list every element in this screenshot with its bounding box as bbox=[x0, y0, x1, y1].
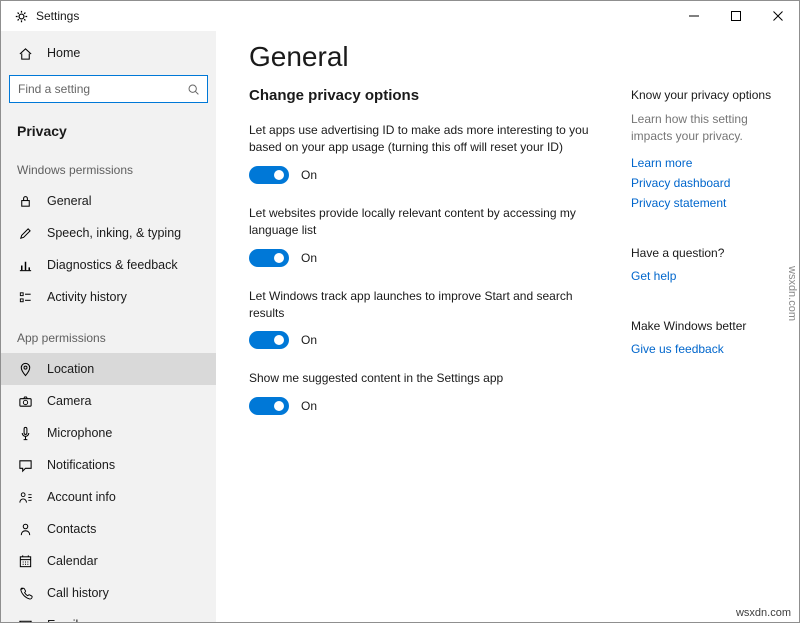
window-title: Settings bbox=[36, 9, 79, 23]
close-icon bbox=[773, 11, 783, 21]
pen-icon bbox=[17, 226, 33, 241]
sidebar-item-label: Diagnostics & feedback bbox=[47, 258, 178, 272]
sidebar-item-location[interactable]: Location bbox=[1, 353, 216, 385]
search-box bbox=[9, 75, 208, 103]
get-help-link[interactable]: Get help bbox=[631, 269, 787, 283]
chart-icon bbox=[17, 258, 33, 273]
sidebar-item-account-info[interactable]: Account info bbox=[1, 481, 216, 513]
help-panel: Know your privacy options Learn how this… bbox=[631, 87, 787, 436]
lock-icon bbox=[17, 194, 33, 209]
sidebar-item-label: Home bbox=[47, 46, 80, 60]
window-controls bbox=[673, 1, 799, 31]
sidebar-item-label: Location bbox=[47, 362, 94, 376]
titlebar-left: Settings bbox=[15, 9, 79, 23]
titlebar: Settings bbox=[1, 1, 799, 31]
sidebar-item-label: Notifications bbox=[47, 458, 115, 472]
sidebar-item-label: Speech, inking, & typing bbox=[47, 226, 181, 240]
sidebar-item-activity-history[interactable]: Activity history bbox=[1, 281, 216, 313]
setting-advertising-id: Let apps use advertising ID to make ads … bbox=[249, 122, 601, 184]
close-button[interactable] bbox=[757, 1, 799, 31]
toggle-locally-relevant-content[interactable] bbox=[249, 249, 289, 267]
privacy-statement-link[interactable]: Privacy statement bbox=[631, 196, 787, 210]
toggle-suggested-content[interactable] bbox=[249, 397, 289, 415]
toggle-state-label: On bbox=[301, 399, 317, 413]
maximize-button[interactable] bbox=[715, 1, 757, 31]
main-content: General Change privacy options Let apps … bbox=[216, 31, 799, 622]
know-privacy-title: Know your privacy options bbox=[631, 88, 787, 102]
sidebar-item-general[interactable]: General bbox=[1, 185, 216, 217]
sidebar-item-notifications[interactable]: Notifications bbox=[1, 449, 216, 481]
setting-locally-relevant-content: Let websites provide locally relevant co… bbox=[249, 205, 601, 267]
setting-track-app-launches: Let Windows track app launches to improv… bbox=[249, 288, 601, 350]
person-icon bbox=[17, 522, 33, 537]
camera-icon bbox=[17, 394, 33, 409]
setting-label: Let websites provide locally relevant co… bbox=[249, 205, 601, 240]
know-privacy-description: Learn how this setting impacts your priv… bbox=[631, 111, 787, 145]
sidebar-item-label: Microphone bbox=[47, 426, 112, 440]
make-windows-better-title: Make Windows better bbox=[631, 319, 787, 333]
setting-suggested-content: Show me suggested content in the Setting… bbox=[249, 370, 601, 414]
chat-bubble-icon bbox=[17, 458, 33, 473]
maximize-icon bbox=[731, 11, 741, 21]
have-question-title: Have a question? bbox=[631, 246, 787, 260]
sidebar-group-title-app-permissions: App permissions bbox=[1, 313, 216, 353]
sidebar-item-label: Activity history bbox=[47, 290, 127, 304]
settings-gear-icon bbox=[15, 10, 28, 23]
watermark-vertical: wsxdn.com bbox=[786, 266, 798, 321]
phone-icon bbox=[17, 586, 33, 601]
setting-label: Let Windows track app launches to improv… bbox=[249, 288, 601, 323]
page-title: General bbox=[249, 41, 787, 73]
sidebar-item-home[interactable]: Home bbox=[1, 37, 216, 69]
toggle-advertising-id[interactable] bbox=[249, 166, 289, 184]
sidebar-item-label: Contacts bbox=[47, 522, 96, 536]
sidebar-item-speech-inking-typing[interactable]: Speech, inking, & typing bbox=[1, 217, 216, 249]
sidebar-item-label: Email bbox=[47, 618, 78, 622]
give-us-feedback-link[interactable]: Give us feedback bbox=[631, 342, 787, 356]
sidebar: Home Privacy Windows permissions General bbox=[1, 31, 216, 622]
sidebar-section-title: Privacy bbox=[1, 111, 216, 145]
sidebar-item-label: Account info bbox=[47, 490, 116, 504]
sidebar-group-title-windows-permissions: Windows permissions bbox=[1, 145, 216, 185]
location-pin-icon bbox=[17, 362, 33, 377]
minimize-button[interactable] bbox=[673, 1, 715, 31]
account-info-icon bbox=[17, 490, 33, 505]
task-list-icon bbox=[17, 290, 33, 305]
sidebar-item-contacts[interactable]: Contacts bbox=[1, 513, 216, 545]
sidebar-item-microphone[interactable]: Microphone bbox=[1, 417, 216, 449]
window-body: Home Privacy Windows permissions General bbox=[1, 31, 799, 622]
toggle-state-label: On bbox=[301, 168, 317, 182]
privacy-options-section: Change privacy options Let apps use adve… bbox=[249, 87, 601, 436]
envelope-icon bbox=[17, 618, 33, 623]
toggle-knob bbox=[274, 253, 284, 263]
sidebar-item-label: Camera bbox=[47, 394, 91, 408]
learn-more-link[interactable]: Learn more bbox=[631, 156, 787, 170]
microphone-icon bbox=[17, 426, 33, 441]
section-title: Change privacy options bbox=[249, 87, 601, 104]
toggle-knob bbox=[274, 401, 284, 411]
sidebar-item-label: Call history bbox=[47, 586, 109, 600]
setting-label: Let apps use advertising ID to make ads … bbox=[249, 122, 601, 157]
sidebar-item-diagnostics-feedback[interactable]: Diagnostics & feedback bbox=[1, 249, 216, 281]
settings-window: Settings Home bbox=[0, 0, 800, 623]
toggle-track-app-launches[interactable] bbox=[249, 331, 289, 349]
toggle-state-label: On bbox=[301, 251, 317, 265]
sidebar-item-label: General bbox=[47, 194, 91, 208]
sidebar-item-camera[interactable]: Camera bbox=[1, 385, 216, 417]
watermark-bottom: wsxdn.com bbox=[736, 607, 791, 619]
calendar-icon bbox=[17, 554, 33, 569]
sidebar-item-call-history[interactable]: Call history bbox=[1, 577, 216, 609]
sidebar-item-calendar[interactable]: Calendar bbox=[1, 545, 216, 577]
minimize-icon bbox=[689, 11, 699, 21]
sidebar-item-email[interactable]: Email bbox=[1, 609, 216, 622]
search-input[interactable] bbox=[10, 76, 187, 102]
toggle-knob bbox=[274, 335, 284, 345]
toggle-knob bbox=[274, 170, 284, 180]
setting-label: Show me suggested content in the Setting… bbox=[249, 370, 601, 387]
privacy-dashboard-link[interactable]: Privacy dashboard bbox=[631, 176, 787, 190]
home-icon bbox=[17, 46, 33, 61]
sidebar-item-label: Calendar bbox=[47, 554, 98, 568]
toggle-state-label: On bbox=[301, 333, 317, 347]
search-icon bbox=[187, 83, 200, 96]
